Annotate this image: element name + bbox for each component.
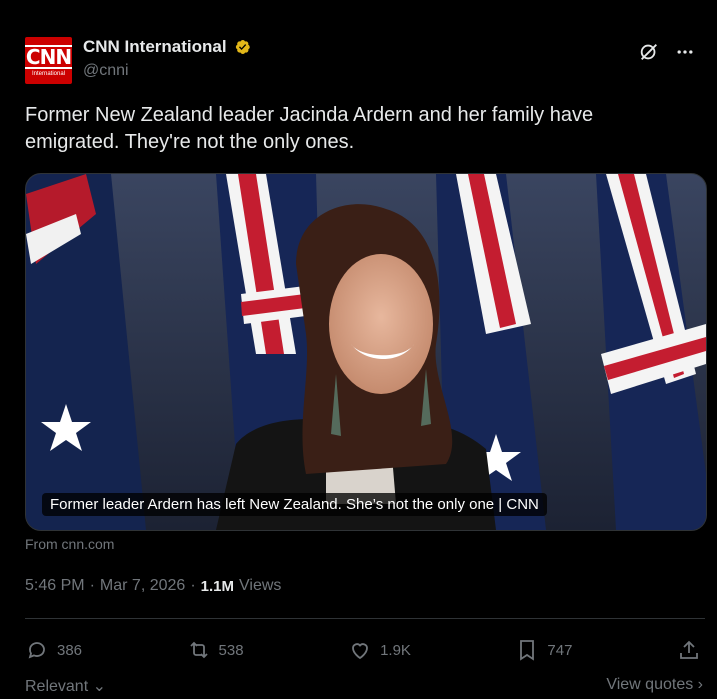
chevron-down-icon: ⌄ xyxy=(92,678,107,695)
like-count: 1.9K xyxy=(380,641,411,659)
heart-icon xyxy=(352,643,368,660)
more-dots-icon[interactable] xyxy=(673,40,697,64)
link-card-image[interactable]: Former leader Ardern has left New Zealan… xyxy=(25,173,707,531)
cnn-logo-sub: International xyxy=(31,70,66,77)
tweet-header: CNN International CNN International @cnn… xyxy=(25,34,697,90)
link-card-caption[interactable]: Former leader Ardern has left New Zealan… xyxy=(42,493,547,516)
share-icon xyxy=(680,640,698,659)
reply-count: 386 xyxy=(57,641,83,659)
avatar[interactable]: CNN International xyxy=(25,37,72,84)
repost-count: 538 xyxy=(218,641,244,659)
display-name[interactable]: CNN International xyxy=(83,37,227,57)
sort-relevant-dropdown[interactable]: Relevant ⌄ xyxy=(25,676,106,696)
cnn-logo: CNN xyxy=(25,44,72,69)
link-source[interactable]: From cnn.com xyxy=(25,536,114,552)
bookmark-count: 747 xyxy=(547,641,573,659)
action-bar: 386 538 1.9K 747 xyxy=(25,632,701,668)
tweet-time[interactable]: 5:46 PM xyxy=(25,577,85,595)
verified-badge-icon[interactable] xyxy=(233,38,251,56)
meta-separator: · xyxy=(190,577,196,594)
share-button[interactable] xyxy=(677,638,701,662)
view-quotes-label: View quotes xyxy=(606,676,694,693)
name-row: CNN International xyxy=(83,37,251,57)
repost-button[interactable]: 538 xyxy=(187,638,244,662)
sort-label: Relevant xyxy=(25,678,89,695)
grok-icon[interactable] xyxy=(637,40,661,64)
reply-button[interactable]: 386 xyxy=(25,638,82,662)
press-conference-photo xyxy=(26,174,706,530)
like-button[interactable]: 1.9K xyxy=(348,638,411,662)
repost-icon xyxy=(189,641,208,659)
views-label: Views xyxy=(239,577,282,594)
view-quotes-link[interactable]: View quotes › xyxy=(606,676,703,696)
meta-separator: · xyxy=(89,577,95,594)
tweet-text: Former New Zealand leader Jacinda Ardern… xyxy=(25,104,594,153)
views-count: 1.1M xyxy=(200,577,234,595)
reply-icon xyxy=(28,642,45,659)
tweet-meta: 5:46 PM · Mar 7, 2026 · 1.1M Views xyxy=(25,577,281,595)
handle[interactable]: @cnni xyxy=(83,62,129,80)
top-actions xyxy=(637,40,697,64)
chevron-right-icon: › xyxy=(697,676,703,693)
bookmark-icon xyxy=(520,640,535,661)
tweet-date[interactable]: Mar 7, 2026 xyxy=(100,577,185,595)
bookmark-button[interactable]: 747 xyxy=(515,638,572,662)
reply-footer: Relevant ⌄ View quotes › xyxy=(25,676,703,696)
divider xyxy=(25,618,705,619)
